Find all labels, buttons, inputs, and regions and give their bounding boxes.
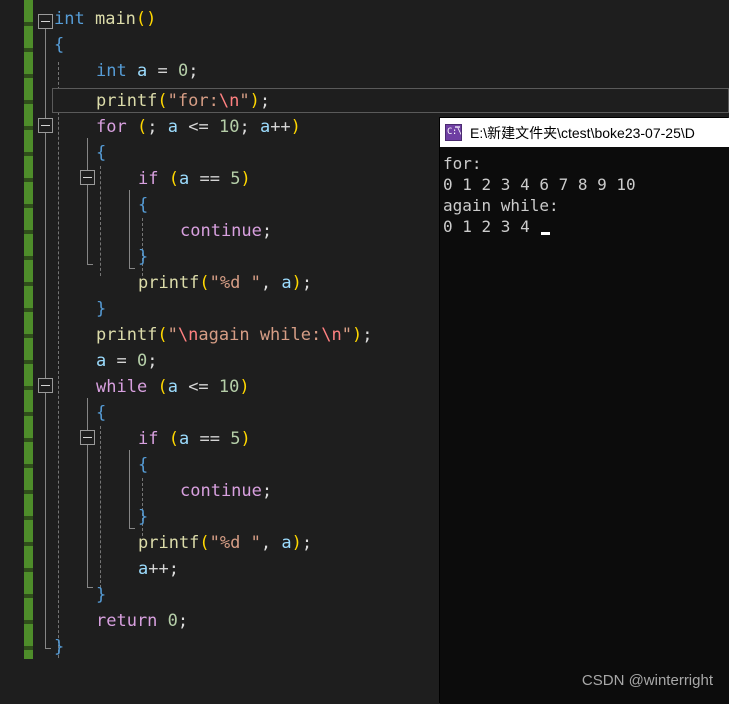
code-line-19[interactable]: continue; (180, 478, 272, 504)
code-line-5[interactable]: for (; a <= 10; a++) (96, 114, 301, 140)
code-line-4[interactable]: printf("for:\n"); (96, 88, 270, 114)
code-line-15[interactable]: while (a <= 10) (96, 374, 250, 400)
console-text-cursor (541, 232, 550, 235)
code-line-24[interactable]: return 0; (96, 608, 188, 634)
code-line-9[interactable]: continue; (180, 218, 272, 244)
code-line-25[interactable]: } (54, 634, 64, 660)
console-output-line-2: 0 1 2 3 4 6 7 8 9 10 (443, 175, 636, 194)
code-line-13[interactable]: printf("\nagain while:\n"); (96, 322, 372, 348)
code-line-22[interactable]: a++; (138, 556, 179, 582)
code-line-17[interactable]: if (a == 5) (138, 426, 251, 452)
code-line-12[interactable]: } (96, 296, 106, 322)
code-line-18[interactable]: { (138, 452, 148, 478)
console-output-line-4: 0 1 2 3 4 (443, 217, 540, 236)
console-title-text: E:\新建文件夹\ctest\boke23-07-25\D (470, 124, 695, 141)
code-line-6[interactable]: { (96, 140, 106, 166)
code-line-1[interactable]: int main() (54, 6, 156, 32)
code-line-16[interactable]: { (96, 400, 106, 426)
watermark-label: CSDN @winterright (581, 672, 713, 689)
console-icon-glyph: C:\ (447, 127, 462, 137)
console-output-line-3: again while: (443, 196, 559, 215)
code-line-2[interactable]: { (54, 32, 64, 58)
code-line-23[interactable]: } (96, 582, 106, 608)
code-line-10[interactable]: } (138, 244, 148, 270)
console-output-line-1: for: (443, 154, 482, 173)
code-line-21[interactable]: printf("%d ", a); (138, 530, 312, 556)
code-line-11[interactable]: printf("%d ", a); (138, 270, 312, 296)
console-window-icon: C:\ (445, 124, 462, 141)
code-line-14[interactable]: a = 0; (96, 348, 158, 374)
code-line-3[interactable]: int a = 0; (96, 58, 198, 84)
code-line-8[interactable]: { (138, 192, 148, 218)
code-line-20[interactable]: } (138, 504, 148, 530)
console-titlebar[interactable]: C:\ E:\新建文件夹\ctest\boke23-07-25\D (440, 118, 729, 147)
console-output-area[interactable]: for: 0 1 2 3 4 6 7 8 9 10 again while: 0… (440, 147, 729, 704)
code-line-7[interactable]: if (a == 5) (138, 166, 251, 192)
console-window[interactable]: C:\ E:\新建文件夹\ctest\boke23-07-25\D for: 0… (440, 118, 729, 704)
